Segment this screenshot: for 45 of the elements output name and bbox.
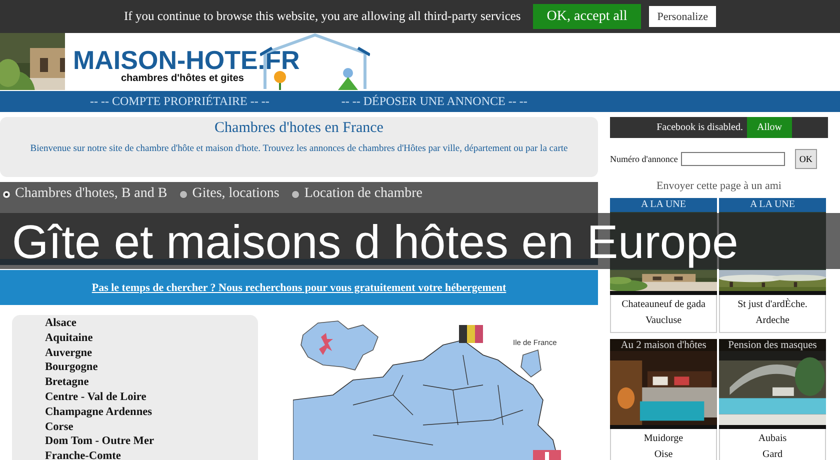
department-name: Oise xyxy=(653,448,674,460)
region-link[interactable]: Champagne Ardennes xyxy=(45,404,258,420)
intro-title: Chambres d'hotes en France xyxy=(214,120,384,137)
city-name[interactable]: St just d'ardÈche. xyxy=(720,297,825,313)
radio-label: Chambres d'hotes, B and B xyxy=(15,186,168,202)
nav-link[interactable]: -- -- COMPTE PROPRIÉTAIRE -- -- xyxy=(90,94,270,109)
radio-button[interactable] xyxy=(179,190,188,198)
caption-text: Gîte et maisons d hôtes en Europe xyxy=(11,214,738,268)
card-title[interactable]: Pension des masques xyxy=(719,339,826,351)
region-link[interactable]: Dom Tom - Outre Mer xyxy=(45,434,258,450)
region-link[interactable]: Bretagne xyxy=(45,375,258,390)
region-link[interactable]: Bourgogne xyxy=(45,360,258,376)
department-name: Vaucluse xyxy=(644,314,683,328)
radio-button[interactable] xyxy=(2,190,11,198)
ok-button[interactable]: OK xyxy=(794,149,817,169)
region-link[interactable]: Franche-Comte xyxy=(45,449,258,460)
card-badge: A LA UNE xyxy=(610,198,717,212)
region-link[interactable]: Alsace xyxy=(45,316,258,331)
region-link[interactable]: Corse xyxy=(45,420,258,434)
allow-button[interactable]: Allow xyxy=(747,117,792,138)
share-link[interactable]: Envoyer cette page à un ami xyxy=(610,180,828,192)
intro-text: Bienvenue sur notre site de chambre d'hôte et maison d'hote. Trouvez les annonces de chambres d'Hôtes par ville, département ou par la carte xyxy=(29,144,569,156)
input-field[interactable] xyxy=(680,152,785,166)
site-logo[interactable]: MAISON-HOTE.FR xyxy=(73,47,300,73)
department-name: Ardeche xyxy=(754,314,790,328)
city-name[interactable]: Chateauneuf de gada xyxy=(611,297,716,313)
card-title[interactable]: Au 2 maison d'hôtes xyxy=(610,339,717,351)
radio-button[interactable] xyxy=(291,190,300,198)
field-label: Numéro d'annonce xyxy=(610,154,678,164)
personalize-button[interactable]: Personalize xyxy=(649,6,716,27)
department-name: Gard xyxy=(762,448,784,460)
region-link[interactable]: Centre - Val de Loire xyxy=(45,390,258,405)
city-name[interactable]: Muidorge xyxy=(611,431,716,447)
region-link[interactable]: Auvergne xyxy=(45,346,258,360)
banner-link[interactable]: Pas le temps de chercher ? Nous recherchons pour vous gratuitement votre hébergement xyxy=(92,282,506,294)
city-name[interactable]: Aubais xyxy=(720,431,825,447)
radio-label: Gites, locations xyxy=(192,186,280,202)
radio-label: Location de chambre xyxy=(304,186,423,202)
region-link[interactable]: Aquitaine xyxy=(45,330,258,346)
accept-button[interactable]: OK, accept all xyxy=(532,4,642,29)
cookie-message: If you continue to browse this website, you are allowing all third-party services xyxy=(124,9,521,24)
card-badge: A LA UNE xyxy=(719,198,826,212)
facebook-message: Facebook is disabled. xyxy=(656,122,743,133)
nav-link[interactable]: -- -- DÉPOSER UNE ANNONCE -- -- xyxy=(341,94,528,109)
site-tagline: chambres d'hôtes et gites xyxy=(121,73,245,84)
